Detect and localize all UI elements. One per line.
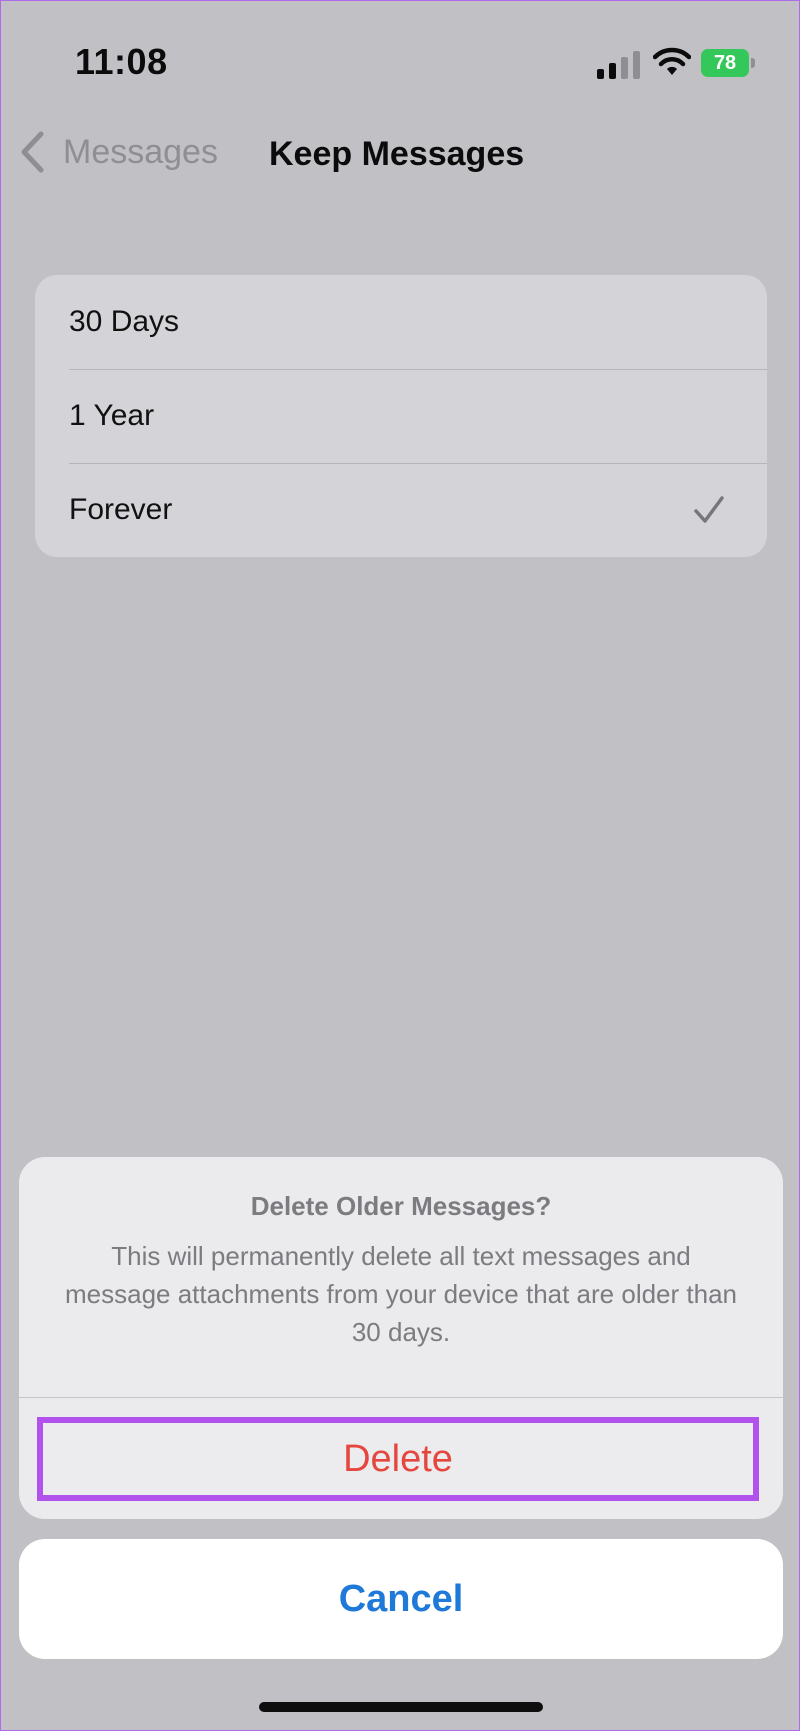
battery-cap: [751, 58, 755, 68]
home-indicator[interactable]: [259, 1702, 543, 1712]
chevron-left-icon: [21, 131, 44, 173]
back-button[interactable]: Messages: [19, 131, 218, 173]
page-title: Keep Messages: [269, 135, 525, 173]
wifi-icon: [653, 47, 691, 75]
cancel-button-label: Cancel: [338, 1577, 464, 1620]
delete-button-label: Delete: [343, 1437, 453, 1480]
screen: 11:08 78 Messages Keep Messages 30 Days …: [0, 0, 800, 1731]
action-sheet-title: Delete Older Messages?: [250, 1191, 552, 1221]
delete-button[interactable]: Delete: [37, 1417, 759, 1501]
back-button-label: Messages: [63, 132, 218, 171]
action-sheet: Delete Older Messages? This will permane…: [19, 1157, 783, 1519]
status-time: 11:08: [75, 41, 168, 82]
cancel-button[interactable]: Cancel: [19, 1539, 783, 1659]
battery-level: 78: [701, 49, 750, 77]
checkmark-icon: [694, 496, 724, 523]
option-label: 1 Year: [69, 399, 155, 432]
keep-messages-options: 30 Days 1 Year Forever: [35, 275, 767, 557]
action-sheet-message: This will permanently delete all text me…: [64, 1241, 737, 1347]
divider: [19, 1397, 783, 1398]
option-label: Forever: [69, 493, 173, 526]
option-1-year[interactable]: 1 Year: [35, 369, 767, 463]
option-label: 30 Days: [69, 305, 180, 338]
cellular-signal-icon: [597, 51, 640, 79]
battery-charging-icon: 78: [701, 49, 755, 77]
option-forever[interactable]: Forever: [35, 463, 767, 557]
option-30-days[interactable]: 30 Days: [35, 275, 767, 369]
